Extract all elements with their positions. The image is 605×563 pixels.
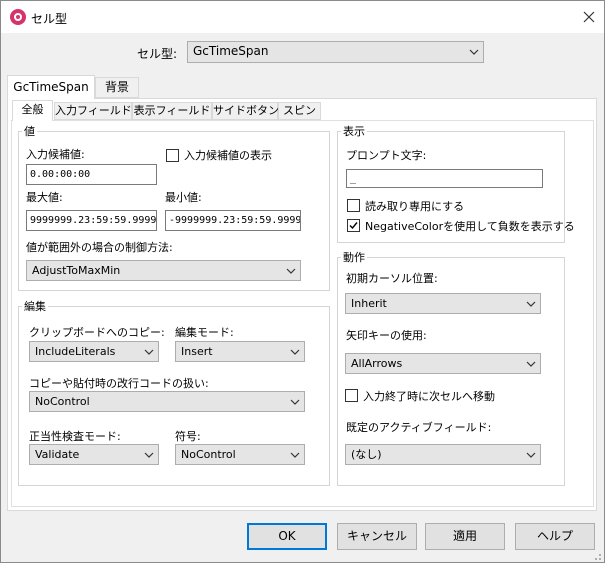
edit-mode-label: 編集モード: — [175, 326, 234, 339]
prompt-input[interactable]: _ — [346, 169, 543, 188]
close-icon — [583, 11, 595, 23]
tab-input-field-label: 入力フィールド — [55, 104, 132, 117]
display-group-title: 表示 — [341, 123, 367, 139]
tab-spin[interactable]: スピン — [278, 102, 321, 120]
resize-grip-icon[interactable] — [590, 549, 602, 561]
cell-type-label: セル型: — [137, 47, 178, 61]
clipboard-select[interactable]: IncludeLiterals — [29, 341, 159, 362]
help-button-label: ヘルプ — [536, 529, 573, 543]
cell-type-select[interactable]: GcTimeSpan — [187, 41, 484, 63]
apply-button[interactable]: 適用 — [425, 523, 505, 550]
min-value-input[interactable]: -9999999.23:59:59.9999999 — [165, 210, 301, 231]
window-title: セル型 — [31, 12, 68, 26]
out-of-range-value: AdjustToMaxMin — [32, 264, 121, 277]
chevron-down-icon — [290, 452, 300, 458]
arrow-key-select[interactable]: AllArrows — [345, 353, 541, 374]
ok-button-label: OK — [278, 529, 296, 543]
arrow-key-value: AllArrows — [351, 357, 403, 370]
edit-group-title: 編集 — [22, 298, 48, 314]
cell-type-value: GcTimeSpan — [193, 44, 269, 58]
ok-button[interactable]: OK — [247, 523, 327, 550]
active-field-value: (なし) — [351, 448, 382, 461]
arrow-key-label: 矢印キーの使用: — [346, 329, 427, 342]
tab-general-label: 全般 — [21, 103, 44, 116]
edit-mode-value: Insert — [181, 345, 213, 358]
chevron-down-icon — [144, 349, 154, 355]
prompt-value: _ — [350, 173, 357, 184]
tab-input-field[interactable]: 入力フィールド — [54, 102, 132, 120]
negative-color-checkbox[interactable] — [347, 219, 360, 232]
validation-select[interactable]: Validate — [29, 444, 159, 465]
checkmark-icon — [349, 222, 358, 230]
show-candidate-checkbox[interactable] — [166, 149, 179, 162]
tab-side-button-label: サイドボタン — [213, 104, 279, 117]
newline-label: コピーや貼付時の改行コードの扱い: — [29, 377, 209, 390]
candidate-value-label: 入力候補値: — [26, 148, 85, 161]
chevron-down-icon — [144, 452, 154, 458]
help-button[interactable]: ヘルプ — [515, 523, 595, 550]
app-logo-icon — [10, 9, 26, 25]
title-bar: セル型 — [1, 1, 604, 33]
apply-button-label: 適用 — [452, 529, 477, 543]
readonly-checkbox[interactable] — [347, 199, 360, 212]
chevron-down-icon — [286, 268, 296, 274]
min-value-label: 最小値: — [165, 191, 202, 204]
tab-gctimespan[interactable]: GcTimeSpan — [7, 75, 95, 99]
newline-select[interactable]: NoControl — [29, 391, 305, 412]
out-of-range-select[interactable]: AdjustToMaxMin — [26, 260, 301, 281]
chevron-down-icon — [526, 452, 536, 458]
sign-value: NoControl — [181, 448, 236, 461]
max-value-label: 最大値: — [26, 191, 63, 204]
out-of-range-label: 値が範囲外の場合の制御方法: — [26, 241, 173, 254]
clipboard-label: クリップボードへのコピー: — [29, 326, 165, 339]
cursor-position-select[interactable]: Inherit — [345, 293, 541, 314]
chevron-down-icon — [526, 301, 536, 307]
tab-background-label: 背景 — [104, 80, 129, 94]
tab-spin-label: スピン — [283, 104, 316, 117]
dialog-window: セル型 セル型: GcTimeSpan GcTimeSpan 背景 全般 入力フ… — [0, 0, 605, 563]
readonly-label: 読み取り専用にする — [365, 200, 465, 213]
action-group-title: 動作 — [341, 249, 367, 265]
chevron-down-icon — [526, 361, 536, 367]
tab-gctimespan-label: GcTimeSpan — [13, 80, 89, 94]
candidate-value-text: 0.00:00:00 — [30, 169, 91, 180]
edit-mode-select[interactable]: Insert — [175, 341, 305, 362]
min-value-text: -9999999.23:59:59.9999999 — [169, 215, 301, 226]
active-field-label: 既定のアクティブフィールド: — [346, 421, 492, 434]
clipboard-value: IncludeLiterals — [35, 345, 116, 358]
candidate-value-input[interactable]: 0.00:00:00 — [26, 164, 157, 185]
cancel-button[interactable]: キャンセル — [337, 523, 417, 550]
active-field-select[interactable]: (なし) — [345, 444, 541, 465]
tab-background[interactable]: 背景 — [95, 77, 139, 98]
max-value-text: 9999999.23:59:59.9999999 — [30, 215, 157, 226]
validation-value: Validate — [35, 448, 80, 461]
close-button[interactable] — [574, 1, 604, 33]
cursor-position-label: 初期カーソル位置: — [346, 272, 438, 285]
chevron-down-icon — [469, 49, 479, 55]
show-candidate-label: 入力候補値の表示 — [184, 149, 272, 162]
sign-label: 符号: — [175, 430, 201, 443]
chevron-down-icon — [290, 399, 300, 405]
tab-display-field[interactable]: 表示フィールド — [132, 102, 212, 120]
prompt-label: プロンプト文字: — [346, 149, 427, 162]
negative-color-label: NegativeColorを使用して負数を表示する — [365, 220, 575, 233]
cancel-button-label: キャンセル — [346, 529, 407, 543]
sign-select[interactable]: NoControl — [175, 444, 305, 465]
validation-label: 正当性検査モード: — [29, 430, 121, 443]
chevron-down-icon — [290, 349, 300, 355]
newline-value: NoControl — [35, 395, 90, 408]
value-group-title: 値 — [22, 123, 37, 139]
tab-display-field-label: 表示フィールド — [133, 104, 211, 117]
tab-side-button[interactable]: サイドボタン — [212, 102, 279, 120]
cursor-position-value: Inherit — [351, 297, 387, 310]
next-cell-label: 入力終了時に次セルへ移動 — [363, 390, 495, 403]
max-value-input[interactable]: 9999999.23:59:59.9999999 — [26, 210, 157, 231]
next-cell-checkbox[interactable] — [345, 389, 358, 402]
tab-general[interactable]: 全般 — [12, 100, 53, 121]
